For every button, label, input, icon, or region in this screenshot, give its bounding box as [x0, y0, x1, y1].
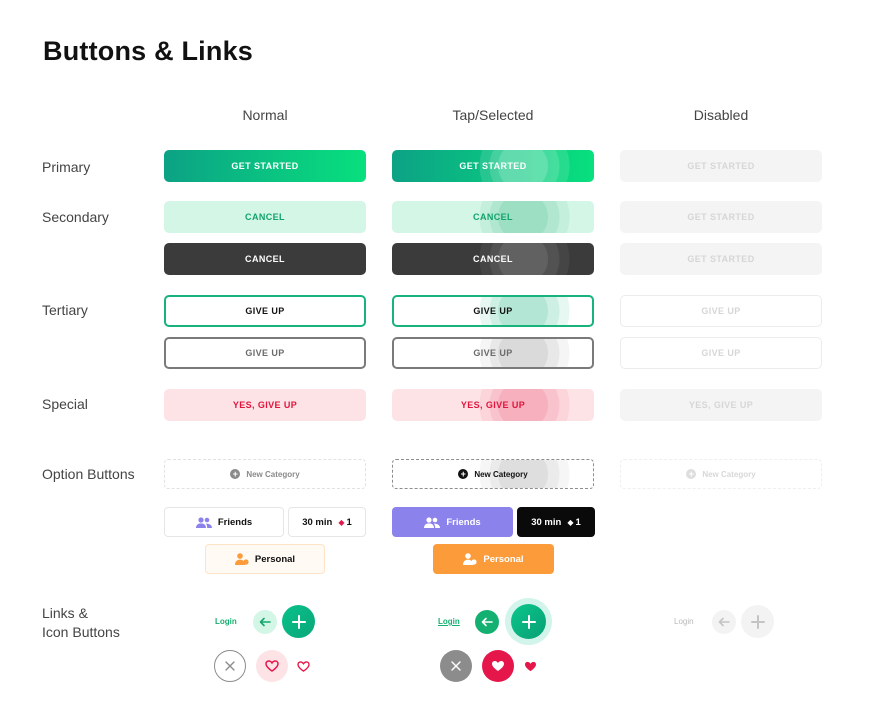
primary-button-disabled: GET STARTED [620, 150, 822, 182]
tertiary-give-up-button-tap[interactable]: GIVE UP [392, 295, 594, 327]
row-label-tertiary: Tertiary [42, 302, 88, 318]
row-label-option-buttons: Option Buttons [42, 466, 135, 482]
like-button-tap[interactable] [482, 650, 514, 682]
plus-circle-icon: + [230, 469, 241, 479]
close-button-tap[interactable] [440, 650, 472, 682]
person-icon [234, 553, 249, 565]
new-category-button-tap[interactable]: + New Category [392, 459, 594, 489]
heart-filled-icon [492, 661, 504, 671]
plus-circle-icon: + [458, 469, 469, 479]
tertiary-grey-give-up-button-normal[interactable]: GIVE UP [164, 337, 366, 369]
login-link-normal[interactable]: Login [215, 617, 237, 626]
like-icon-button-tap[interactable] [522, 658, 538, 674]
plus-icon [750, 614, 765, 629]
add-button-normal[interactable] [282, 605, 315, 638]
dark-button-disabled: GET STARTED [620, 243, 822, 275]
row-label-links: Links & Icon Buttons [42, 605, 120, 640]
add-button-tap[interactable] [511, 604, 546, 639]
plus-icon [521, 614, 536, 629]
special-yes-give-up-button-disabled: YES, GIVE UP [620, 389, 822, 421]
add-button-disabled [741, 605, 774, 638]
like-icon-button-normal[interactable] [295, 658, 311, 674]
back-button-disabled [712, 610, 736, 634]
close-button-normal[interactable] [214, 650, 246, 682]
arrow-left-icon [481, 617, 493, 627]
gem-icon: ◆ [567, 517, 574, 527]
tertiary-give-up-button-normal[interactable]: GIVE UP [164, 295, 366, 327]
personal-chip-selected[interactable]: Personal [433, 544, 554, 574]
column-header-disabled: Disabled [693, 107, 749, 123]
row-label-secondary: Secondary [42, 209, 109, 225]
arrow-left-icon [718, 617, 730, 627]
column-header-normal: Normal [242, 107, 288, 123]
time-chip-normal[interactable]: 30 min ◆ 1 [288, 507, 366, 537]
heart-filled-icon [524, 661, 536, 671]
heart-outline-icon [296, 660, 310, 672]
secondary-cancel-button-disabled: GET STARTED [620, 201, 822, 233]
back-button-normal[interactable] [253, 610, 277, 634]
page-title: Buttons & Links [43, 36, 253, 66]
new-category-button-disabled: + New Category [620, 459, 822, 489]
time-chip-selected[interactable]: 30 min ◆ 1 [517, 507, 595, 537]
users-icon [195, 516, 212, 528]
personal-chip-normal[interactable]: Personal [205, 544, 325, 574]
users-icon [424, 516, 441, 528]
heart-outline-icon [265, 660, 279, 672]
dark-cancel-button-tap[interactable]: CANCEL [392, 243, 594, 275]
like-button-normal[interactable] [256, 650, 288, 682]
login-link-tap[interactable]: Login [438, 617, 460, 626]
special-yes-give-up-button-tap[interactable]: YES, GIVE UP [392, 389, 594, 421]
secondary-cancel-button-normal[interactable]: CANCEL [164, 201, 366, 233]
row-label-primary: Primary [42, 159, 91, 175]
special-yes-give-up-button-normal[interactable]: YES, GIVE UP [164, 389, 366, 421]
gem-icon: ◆ [338, 517, 345, 527]
back-button-tap[interactable] [475, 610, 499, 634]
friends-chip-normal[interactable]: Friends [164, 507, 284, 537]
dark-cancel-button-normal[interactable]: CANCEL [164, 243, 366, 275]
close-icon [225, 661, 235, 671]
plus-circle-icon: + [686, 469, 697, 479]
arrow-left-icon [259, 617, 271, 627]
tertiary-grey-give-up-button-tap[interactable]: GIVE UP [392, 337, 594, 369]
row-label-special: Special [42, 396, 88, 412]
tertiary-give-up-button-disabled: GIVE UP [620, 295, 822, 327]
secondary-cancel-button-tap[interactable]: CANCEL [392, 201, 594, 233]
plus-icon [291, 614, 306, 629]
primary-button-normal[interactable]: GET STARTED [164, 150, 366, 182]
column-header-tap: Tap/Selected [452, 107, 534, 123]
person-icon [463, 553, 478, 565]
new-category-button-normal[interactable]: + New Category [164, 459, 366, 489]
primary-button-tap[interactable]: GET STARTED [392, 150, 594, 182]
friends-chip-selected[interactable]: Friends [392, 507, 513, 537]
tertiary-grey-give-up-button-disabled: GIVE UP [620, 337, 822, 369]
close-icon [451, 661, 461, 671]
login-link-disabled: Login [674, 617, 694, 626]
